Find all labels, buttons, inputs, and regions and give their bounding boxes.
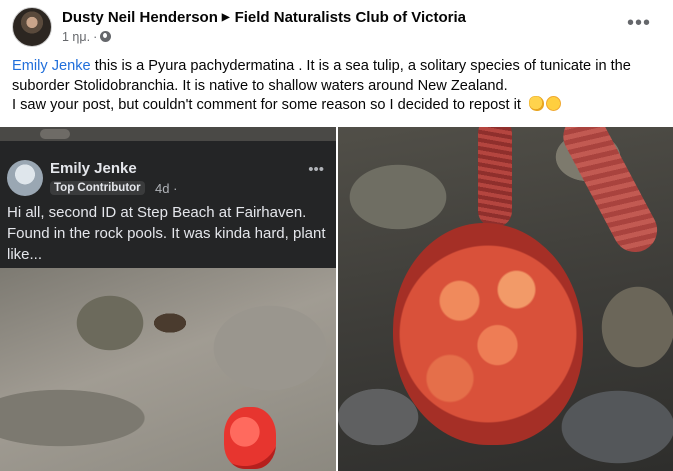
top-contributor-badge: Top Contributor [50, 181, 145, 195]
post-meta: 1 ημ. · [62, 30, 112, 44]
author-line: Dusty Neil Henderson ▶ Field Naturalists C… [62, 9, 466, 26]
embedded-time: 4d · [155, 181, 178, 196]
post-text-line3: I saw your post, but couldn't comment fo… [12, 97, 521, 114]
author-name[interactable]: Dusty Neil Henderson [62, 9, 218, 26]
post-text-line1: this is a Pyura pachydermatina . It is a… [90, 58, 631, 74]
post-header: Dusty Neil Henderson ▶ Field Naturalists C… [0, 0, 673, 52]
embedded-avatar [7, 160, 43, 196]
sea-tulip-body [393, 223, 583, 445]
embedded-more-icon: ••• [308, 161, 324, 178]
post-time[interactable]: 1 ημ. [62, 30, 90, 44]
post-text: Emily Jenke this is a Pyura pachydermati… [12, 57, 662, 116]
punch-emoji-icon [528, 96, 544, 112]
rock-pool-photo [0, 268, 336, 471]
embedded-top-strip [0, 127, 336, 141]
more-options-button[interactable]: ••• [627, 13, 651, 33]
photo-right[interactable] [338, 127, 673, 471]
globe-icon [100, 31, 112, 42]
embedded-post-screenshot: Emily Jenke Top Contributor 4d · ••• Hi … [0, 127, 336, 268]
embedded-post-text: Hi all, second ID at Step Beach at Fairh… [7, 204, 326, 263]
meta-separator: · [93, 30, 98, 44]
author-avatar[interactable] [12, 7, 52, 47]
mention-link[interactable]: Emily Jenke [12, 58, 91, 74]
sea-tulip-small [224, 407, 276, 469]
sea-tulip-stalk [478, 127, 512, 227]
photo-left[interactable]: Emily Jenke Top Contributor 4d · ••• Hi … [0, 127, 336, 471]
post-text-line2: suborder Stolidobranchia. It is native t… [12, 77, 508, 94]
group-name[interactable]: Field Naturalists Club of Victoria [235, 9, 466, 26]
share-arrow-icon: ▶ [221, 12, 230, 23]
sea-tulip-stalk-right [555, 127, 665, 260]
grin-emoji-icon [545, 96, 561, 112]
embedded-author-name: Emily Jenke [50, 160, 137, 177]
